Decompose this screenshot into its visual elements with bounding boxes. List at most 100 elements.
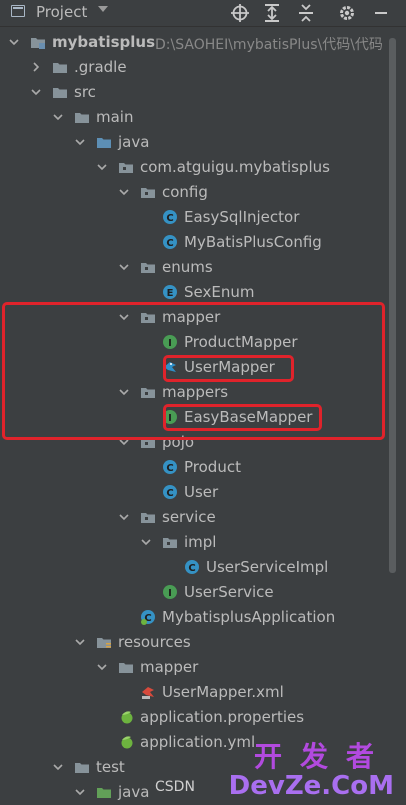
tree-item[interactable]: C MyBatisPlusConfig: [0, 230, 386, 255]
watermark-site-text: DevZe.CoM: [228, 771, 394, 801]
tree-item-label: application.properties: [140, 708, 305, 726]
test-folder-icon: [96, 784, 112, 800]
tree-item[interactable]: mybatisplus D:\SAOHEI\mybatisPlus\代码\代码: [0, 30, 386, 55]
gear-icon[interactable]: [336, 2, 358, 24]
chevron-down-icon[interactable]: [74, 786, 86, 798]
folder-icon: [118, 659, 134, 675]
tree-item[interactable]: service: [0, 505, 386, 530]
tree-item[interactable]: com.atguigu.mybatisplus: [0, 155, 386, 180]
scrollbar-thumb[interactable]: [389, 38, 396, 573]
highlight-box-usermapper: [163, 355, 294, 382]
tree-item-label: test: [96, 758, 125, 776]
tree-item[interactable]: C EasySqlInjector: [0, 205, 386, 230]
interface-icon: I: [162, 584, 178, 600]
enum-icon: E: [162, 284, 178, 300]
svg-text:C: C: [188, 563, 195, 574]
package-icon: [140, 509, 156, 525]
package-icon: [140, 259, 156, 275]
tree-item-label: enums: [162, 258, 213, 276]
source-folder-icon: [96, 134, 112, 150]
collapse-all-icon[interactable]: [295, 2, 317, 24]
folder-icon: [74, 759, 90, 775]
package-icon: [162, 534, 178, 550]
tree-item-label: EasySqlInjector: [184, 208, 300, 226]
chevron-down-icon[interactable]: [96, 161, 108, 173]
tree-item-label: MybatisplusApplication: [162, 608, 336, 626]
project-toolbar: Project: [0, 0, 406, 27]
tree-item[interactable]: config: [0, 180, 386, 205]
tree-item-label: java: [118, 133, 150, 151]
svg-text:I: I: [168, 588, 172, 599]
chevron-down-icon[interactable]: [96, 661, 108, 673]
target-icon[interactable]: [229, 2, 251, 24]
tree-item[interactable]: .gradle: [0, 55, 386, 80]
tree-item[interactable]: application.properties: [0, 705, 386, 730]
package-icon: [140, 184, 156, 200]
svg-text:C: C: [166, 238, 173, 249]
panel-title[interactable]: Project: [36, 3, 87, 21]
tree-item-label: config: [162, 183, 208, 201]
tree-item-label: main: [96, 108, 134, 126]
chevron-down-icon[interactable]: [140, 536, 152, 548]
tree-item-label: impl: [184, 533, 217, 551]
tree-item[interactable]: java: [0, 130, 386, 155]
tree-item[interactable]: mapper: [0, 655, 386, 680]
class-icon: C: [184, 559, 200, 575]
class-icon: C: [162, 484, 178, 500]
tree-item-label: UserServiceImpl: [206, 558, 329, 576]
class-icon: C: [162, 209, 178, 225]
spring-boot-class-icon: C: [140, 609, 156, 625]
watermark-cn-text: 开发者: [253, 740, 392, 773]
tree-item-label: service: [162, 508, 216, 526]
svg-text:C: C: [166, 213, 173, 224]
tree-item[interactable]: impl: [0, 530, 386, 555]
folder-icon: [52, 59, 68, 75]
dropdown-caret-icon[interactable]: [98, 6, 108, 12]
tree-item[interactable]: UserMapper.xml: [0, 680, 386, 705]
tree-item-label: mapper: [140, 658, 199, 676]
class-icon: C: [162, 234, 178, 250]
tree-item-label: resources: [118, 633, 191, 651]
tree-item[interactable]: C Product: [0, 455, 386, 480]
tree-item-label: src: [74, 83, 96, 101]
chevron-down-icon[interactable]: [52, 761, 64, 773]
tree-item[interactable]: resources: [0, 630, 386, 655]
tree-item[interactable]: enums: [0, 255, 386, 280]
spring-yml-icon: [118, 734, 134, 750]
tree-item[interactable]: I UserService: [0, 580, 386, 605]
chevron-down-icon[interactable]: [52, 111, 64, 123]
tree-item[interactable]: src: [0, 80, 386, 105]
spring-properties-icon: [118, 709, 134, 725]
tree-item[interactable]: C User: [0, 480, 386, 505]
watermark-csdn-text: CSDN: [155, 779, 195, 795]
minimize-icon[interactable]: [370, 2, 392, 24]
chevron-down-icon[interactable]: [74, 636, 86, 648]
class-icon: C: [162, 459, 178, 475]
module-folder-icon: [30, 34, 46, 50]
watermark: 开发者 CSDN DevZe.CoM: [155, 740, 400, 801]
chevron-down-icon[interactable]: [30, 86, 42, 98]
highlight-box-easybasemapper: [163, 404, 322, 431]
tree-item[interactable]: C MybatisplusApplication: [0, 605, 386, 630]
tree-item-label: SexEnum: [184, 283, 255, 301]
chevron-down-icon[interactable]: [74, 136, 86, 148]
mybatis-xml-icon: [140, 684, 156, 700]
chevron-down-icon[interactable]: [8, 36, 20, 48]
tree-item[interactable]: C UserServiceImpl: [0, 555, 386, 580]
tree-item-label: com.atguigu.mybatisplus: [140, 158, 330, 176]
tree-item-label: Product: [184, 458, 241, 476]
tree-item-label: UserService: [184, 583, 274, 601]
tree-item[interactable]: main: [0, 105, 386, 130]
chevron-right-icon[interactable]: [30, 61, 42, 73]
expand-all-icon[interactable]: [261, 2, 283, 24]
chevron-down-icon[interactable]: [118, 261, 130, 273]
tree-item-label: mybatisplus: [52, 33, 155, 51]
resources-folder-icon: [96, 634, 112, 650]
chevron-down-icon[interactable]: [118, 511, 130, 523]
tree-item-label: .gradle: [74, 58, 127, 76]
package-icon: [118, 159, 134, 175]
folder-icon: [52, 84, 68, 100]
tree-item-path: D:\SAOHEI\mybatisPlus\代码\代码: [155, 37, 383, 53]
chevron-down-icon[interactable]: [118, 186, 130, 198]
tree-item-label: java: [118, 783, 150, 801]
